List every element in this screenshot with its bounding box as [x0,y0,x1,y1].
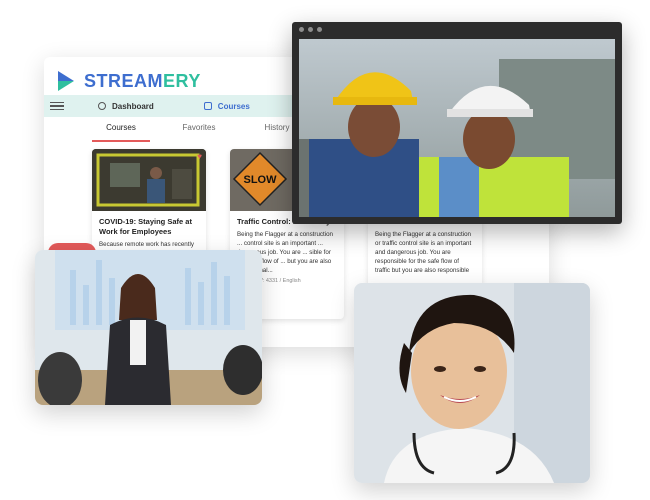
streamery-logo[interactable]: STREAMERY [56,69,201,93]
logo-wordmark: STREAMERY [84,71,201,92]
window-dot-icon [308,27,313,32]
tab-favorites[interactable]: Favorites [170,123,228,142]
heart-icon[interactable]: ♥ [197,152,202,161]
menu-icon[interactable] [50,101,64,111]
window-dot-icon [317,27,322,32]
courses-icon [203,102,212,110]
construction-workers-image [299,39,615,217]
dashboard-icon [98,102,106,110]
nav-item-dashboard[interactable]: Dashboard [98,102,154,111]
video-player-window[interactable] [292,22,622,224]
streamery-logo-icon [56,69,76,93]
course-thumbnail: ♥ [92,149,206,211]
nav-item-courses[interactable]: Courses [203,101,250,111]
window-controls [299,27,322,32]
healthcare-worker-image [354,283,590,483]
video-frame[interactable] [299,39,615,217]
logo-text-main: STREAM [84,70,163,91]
healthcare-worker-photo [354,283,590,483]
nav-item-label: Dashboard [112,101,154,111]
presenter-photo [35,250,262,405]
nav-item-label: Courses [217,101,250,111]
course-description: Being the Flagger at a construction or t… [375,231,472,275]
presenter-image [35,250,262,405]
course-title: COVID-19: Staying Safe at Work for Emplo… [99,217,192,237]
logo-text-accent: ERY [163,70,201,91]
tab-courses[interactable]: Courses [92,123,150,142]
course-tabs: Courses Favorites History [92,123,326,142]
window-dot-icon [299,27,304,32]
slow-sign-text: SLOW [244,174,278,186]
